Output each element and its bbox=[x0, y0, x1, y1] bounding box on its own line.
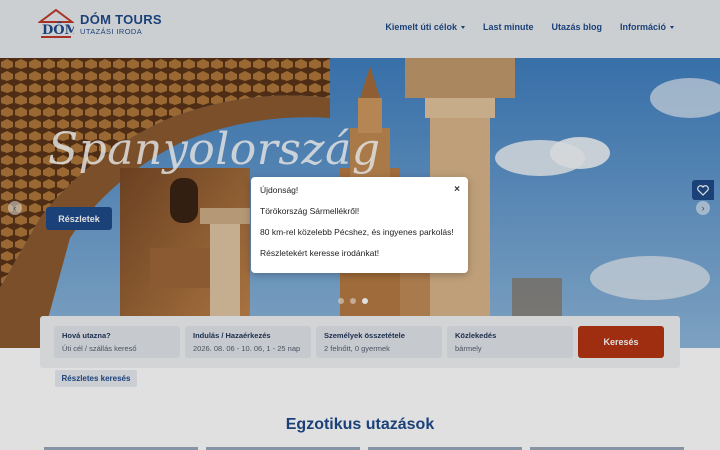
modal-text: 80 km-rel közelebb Pécshez, és ingyenes … bbox=[260, 227, 454, 237]
news-modal: × Újdonság! Törökország Sármellékről! 80… bbox=[251, 177, 468, 273]
close-icon[interactable]: × bbox=[454, 184, 460, 195]
modal-text: Törökország Sármellékről! bbox=[260, 206, 360, 216]
modal-text: Részletekért keresse irodánkat! bbox=[260, 248, 380, 258]
modal-heading: Újdonság! bbox=[260, 185, 299, 195]
page: DŐM DÓM TOURS UTAZÁSI IRODA Kiemelt úti … bbox=[0, 0, 720, 450]
